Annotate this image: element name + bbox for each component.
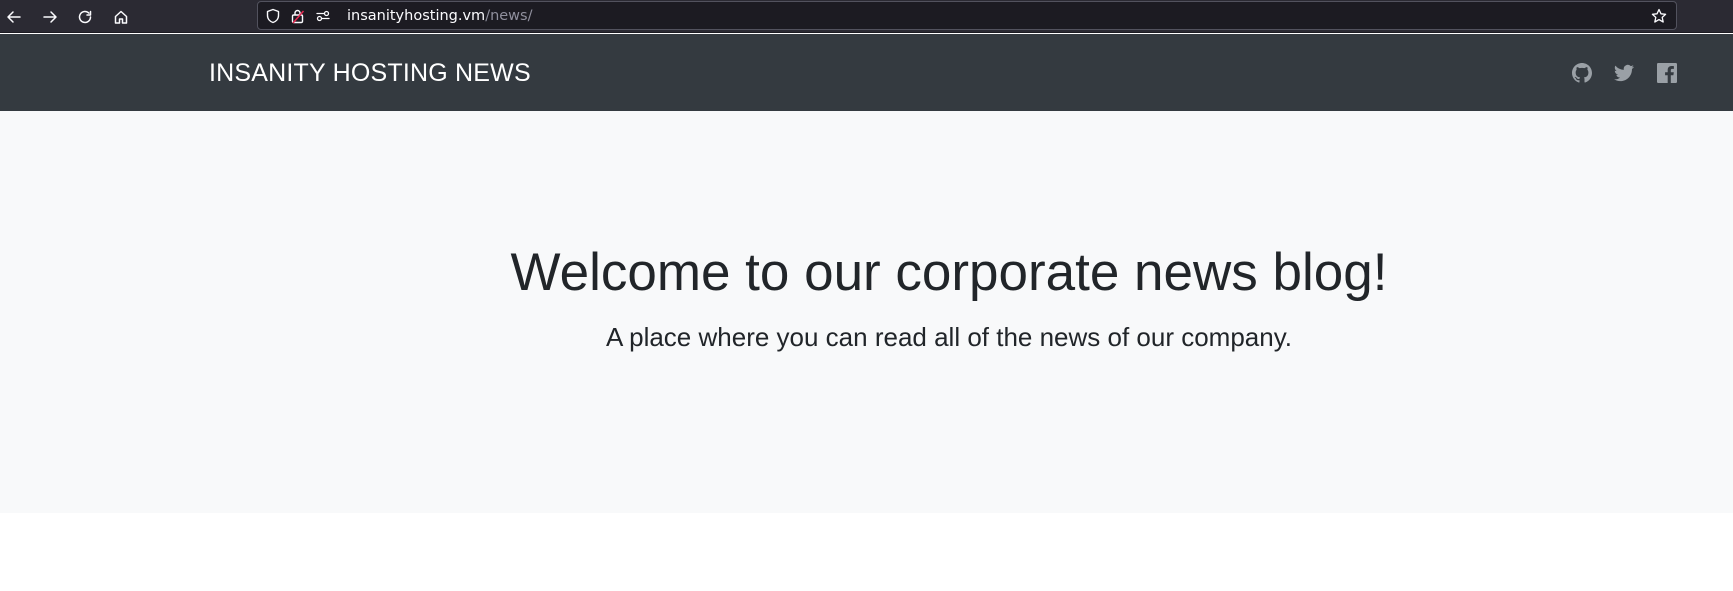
- forward-icon: [43, 11, 57, 23]
- forward-button[interactable]: [37, 4, 63, 30]
- hero-title: Welcome to our corporate news blog!: [510, 243, 1388, 302]
- url-path: /news/: [485, 8, 533, 24]
- hero-subtitle: A place where you can read all of the ne…: [605, 322, 1293, 352]
- hero-section: Welcome to our corporate news blog! A pl…: [0, 111, 1733, 513]
- twitter-link[interactable]: [1613, 62, 1635, 84]
- address-bar[interactable]: insanityhosting.vm/news/: [257, 1, 1677, 30]
- home-icon: [114, 10, 128, 24]
- shield-icon[interactable]: [265, 8, 281, 24]
- twitter-icon: [1614, 64, 1634, 82]
- url-host: insanityhosting.vm: [347, 8, 486, 24]
- reload-icon: [78, 10, 92, 24]
- facebook-icon: [1657, 63, 1677, 83]
- url-text[interactable]: insanityhosting.vm/news/: [347, 8, 532, 25]
- reload-button[interactable]: [72, 4, 98, 30]
- browser-toolbar: insanityhosting.vm/news/: [0, 0, 1733, 33]
- site-navbar: INSANITY HOSTING NEWS: [0, 34, 1733, 111]
- github-icon: [1572, 63, 1592, 83]
- site-brand[interactable]: INSANITY HOSTING NEWS: [209, 59, 531, 87]
- permissions-icon[interactable]: [315, 8, 331, 24]
- back-button[interactable]: [1, 4, 27, 30]
- lock-warning-icon[interactable]: [290, 8, 306, 24]
- github-link[interactable]: [1571, 62, 1593, 84]
- facebook-link[interactable]: [1656, 62, 1678, 84]
- back-icon: [7, 11, 21, 23]
- bookmark-star-icon[interactable]: [1651, 8, 1667, 24]
- home-button[interactable]: [108, 4, 134, 30]
